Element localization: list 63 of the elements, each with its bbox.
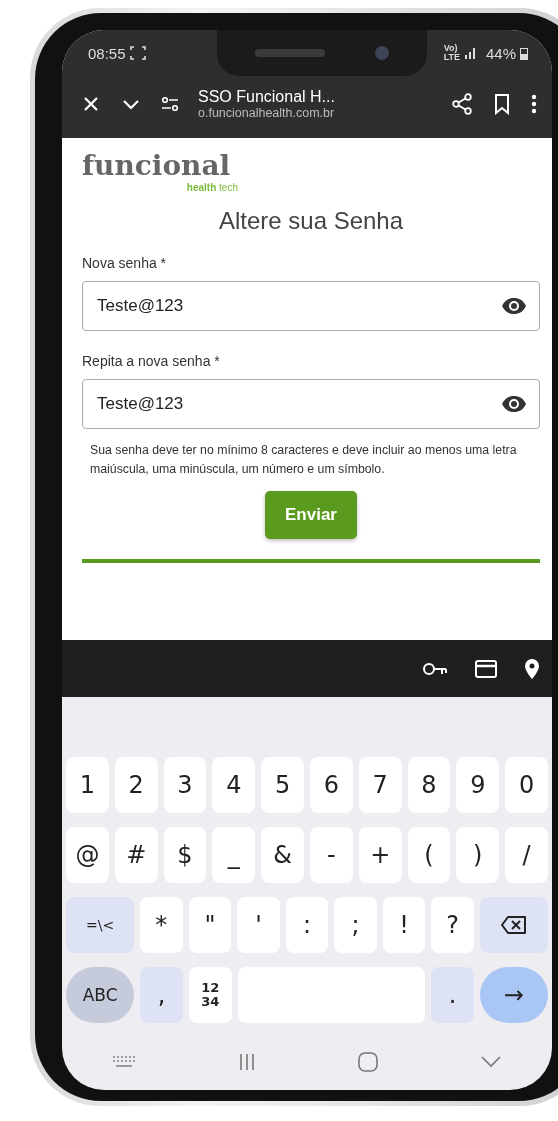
volte-label: Vo) LTE (443, 44, 460, 62)
brackets-icon (129, 46, 146, 60)
key[interactable]: ) (456, 827, 500, 883)
key[interactable]: - (310, 827, 353, 883)
key[interactable]: 1 (66, 757, 109, 813)
key[interactable]: 5 (261, 757, 304, 813)
key[interactable]: * (140, 897, 183, 953)
numpad-key[interactable]: 12 34 (188, 967, 232, 1023)
password-hint: Sua senha deve ter no mínimo 8 caracteres e deve incluir ao menos uma letra maiúscula, uma minúscula, um número e um símbolo. (89, 442, 518, 478)
backspace-key[interactable] (479, 897, 548, 953)
logo-wordmark: funcional (82, 150, 232, 182)
field-value: Teste@123 (97, 394, 185, 414)
key[interactable]: 3 (163, 757, 207, 813)
key-icon[interactable] (422, 660, 448, 677)
key[interactable]: 2 (114, 757, 158, 813)
key[interactable]: & (261, 827, 304, 883)
field-label: Nova senha * (82, 255, 168, 271)
key[interactable]: 0 (505, 757, 548, 813)
share-icon[interactable] (450, 92, 474, 116)
abc-key[interactable]: ABC (66, 967, 135, 1023)
home-icon[interactable] (357, 1051, 380, 1073)
key[interactable]: 8 (407, 757, 451, 813)
key[interactable]: 7 (358, 757, 402, 813)
backspace-icon (499, 915, 528, 935)
card-icon[interactable] (474, 658, 498, 679)
key[interactable]: 9 (456, 757, 500, 813)
key[interactable]: + (358, 827, 402, 883)
key[interactable]: ' (237, 897, 280, 953)
location-pin-icon[interactable] (524, 657, 540, 680)
key[interactable]: : (285, 897, 329, 953)
key[interactable]: # (114, 827, 158, 883)
symbols-key[interactable]: =\< (66, 897, 135, 953)
password-field[interactable]: Teste@123 (82, 281, 540, 331)
key[interactable]: , (140, 967, 183, 1023)
key[interactable]: @ (66, 827, 109, 883)
eye-icon[interactable] (501, 297, 527, 315)
field-label: Repita a nova senha * (82, 353, 221, 369)
status-time: 08:55 (88, 44, 126, 62)
page-url: o.funcionalhealth.com.br (198, 106, 336, 120)
password-field[interactable]: Teste@123 (82, 379, 540, 429)
page-title: SSO Funcional H... (198, 88, 336, 106)
eye-icon[interactable] (501, 395, 527, 413)
key[interactable]: ( (407, 827, 451, 883)
key[interactable]: ! (382, 897, 426, 953)
key[interactable]: _ (212, 827, 256, 883)
logo-tagline: health tech (186, 182, 238, 193)
key[interactable]: ; (334, 897, 377, 953)
more-icon[interactable] (530, 93, 538, 115)
field-value: Teste@123 (97, 296, 185, 316)
battery-percent: 44% (485, 44, 516, 62)
key[interactable]: " (188, 897, 232, 953)
battery-icon (520, 46, 528, 60)
key[interactable]: $ (163, 827, 207, 883)
key[interactable]: . (431, 967, 474, 1023)
signal-icon (463, 47, 478, 59)
key[interactable]: 4 (212, 757, 256, 813)
tune-icon[interactable] (160, 94, 180, 114)
key[interactable]: / (505, 827, 548, 883)
key[interactable]: 6 (310, 757, 353, 813)
key[interactable]: ? (431, 897, 474, 953)
bookmark-icon[interactable] (492, 93, 512, 115)
enter-key[interactable]: → (479, 967, 548, 1023)
page-heading: Altere sua Senha (217, 207, 405, 235)
